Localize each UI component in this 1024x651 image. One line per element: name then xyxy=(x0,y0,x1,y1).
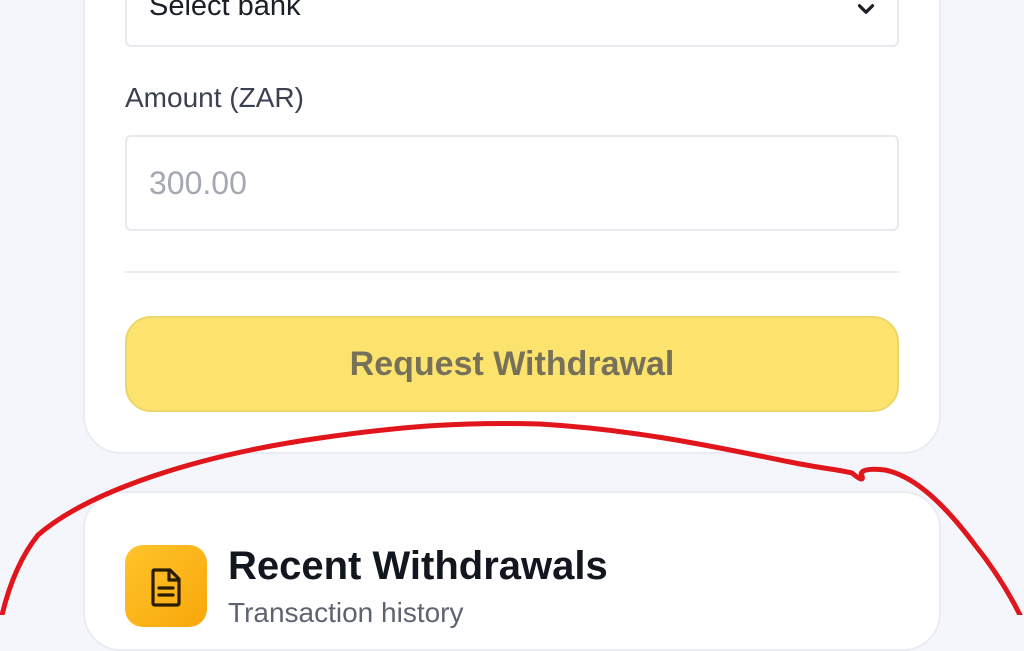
recent-withdrawals-title: Recent Withdrawals xyxy=(228,544,608,588)
chevron-down-icon xyxy=(857,4,875,14)
recent-withdrawals-subtitle: Transaction history xyxy=(228,597,464,628)
bank-select[interactable]: Select bank xyxy=(125,0,899,47)
bank-select-value: Select bank xyxy=(149,0,301,22)
amount-label: Amount (ZAR) xyxy=(125,82,304,113)
amount-input[interactable] xyxy=(125,135,899,231)
form-divider xyxy=(125,271,899,273)
request-withdrawal-button[interactable]: Request Withdrawal xyxy=(125,316,899,412)
